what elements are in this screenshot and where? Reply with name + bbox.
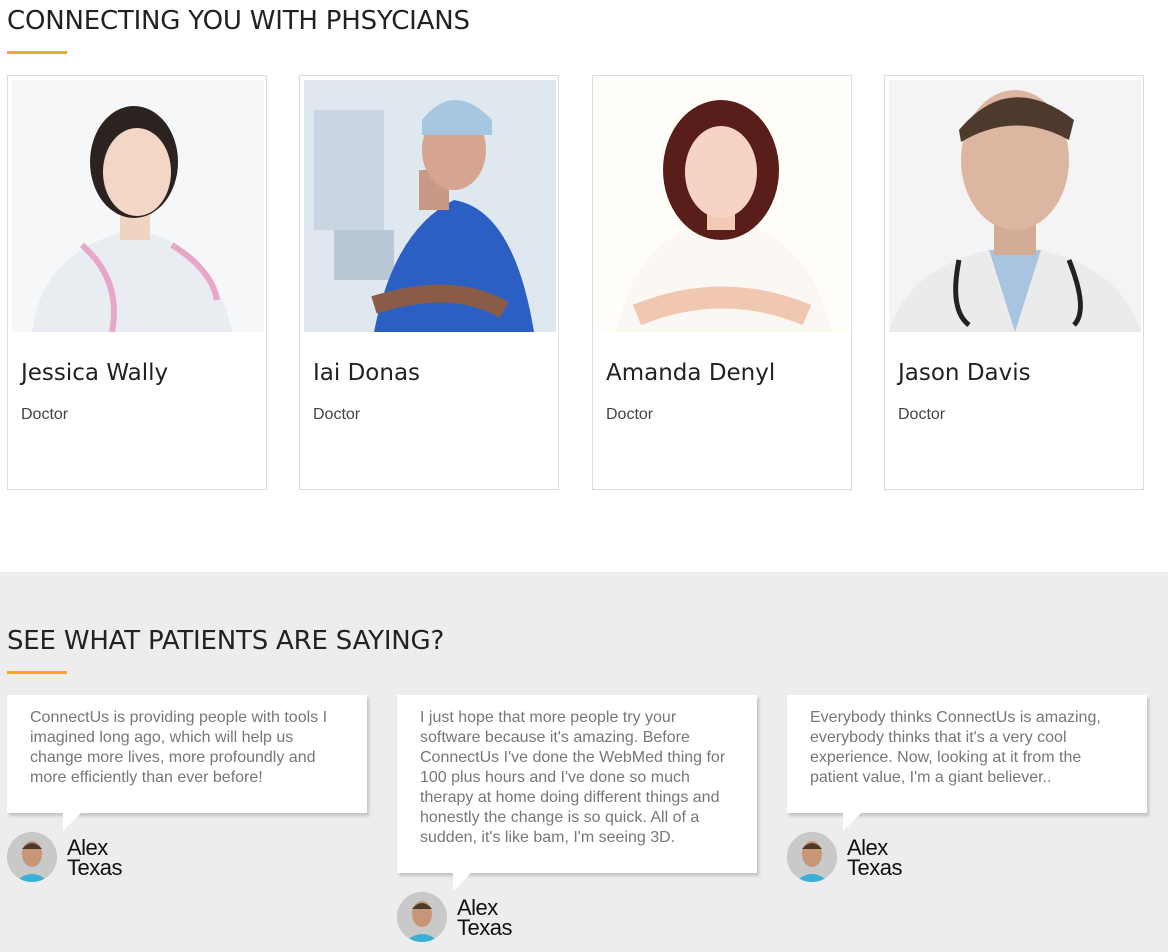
physicians-title-underline bbox=[7, 51, 67, 54]
testimonial-quote: Everybody thinks ConnectUs is amazing, e… bbox=[787, 695, 1147, 813]
physicians-section-title: CONNECTING YOU WITH PHSYCIANS bbox=[7, 6, 470, 36]
quote-bubble-tail bbox=[63, 813, 81, 831]
doctor-card[interactable]: Jason Davis Doctor bbox=[884, 75, 1144, 490]
quote-bubble-tail bbox=[453, 873, 471, 891]
doctor-role: Doctor bbox=[313, 406, 361, 423]
doctor-photo bbox=[12, 80, 264, 332]
doctor-photo bbox=[304, 80, 556, 332]
testimonial-author: Alex Texas bbox=[7, 832, 207, 884]
doctor-role: Doctor bbox=[898, 406, 946, 423]
testimonials-section-title: SEE WHAT PATIENTS ARE SAYING? bbox=[7, 626, 445, 656]
doctor-card[interactable]: Iai Donas Doctor bbox=[299, 75, 559, 490]
testimonials-section: SEE WHAT PATIENTS ARE SAYING? ConnectUs … bbox=[0, 572, 1168, 952]
avatar bbox=[397, 892, 447, 942]
testimonial-quote: ConnectUs is providing people with tools… bbox=[7, 695, 367, 813]
author-location: Texas bbox=[847, 855, 902, 880]
avatar bbox=[787, 832, 837, 882]
doctor-role: Doctor bbox=[21, 406, 69, 423]
testimonial-quote: I just hope that more people try your so… bbox=[397, 695, 757, 873]
doctor-name: Iai Donas bbox=[313, 360, 421, 386]
testimonials-title-underline bbox=[7, 671, 67, 674]
doctor-card[interactable]: Amanda Denyl Doctor bbox=[592, 75, 852, 490]
doctor-photo bbox=[889, 80, 1141, 332]
doctor-card[interactable]: Jessica Wally Doctor bbox=[7, 75, 267, 490]
testimonial-text: Everybody thinks ConnectUs is amazing, e… bbox=[810, 709, 1101, 786]
author-location: Texas bbox=[457, 915, 512, 940]
testimonial-text: I just hope that more people try your so… bbox=[420, 709, 726, 846]
testimonial-author: Alex Texas bbox=[787, 832, 987, 884]
doctor-name: Jason Davis bbox=[898, 360, 1031, 386]
doctor-role: Doctor bbox=[606, 406, 654, 423]
avatar bbox=[7, 832, 57, 882]
doctor-photo bbox=[597, 80, 849, 332]
doctor-name: Jessica Wally bbox=[21, 360, 169, 386]
testimonial-text: ConnectUs is providing people with tools… bbox=[30, 709, 328, 786]
author-location: Texas bbox=[67, 855, 122, 880]
testimonial-author: Alex Texas bbox=[397, 892, 597, 944]
quote-bubble-tail bbox=[843, 813, 861, 831]
doctor-name: Amanda Denyl bbox=[606, 360, 776, 386]
